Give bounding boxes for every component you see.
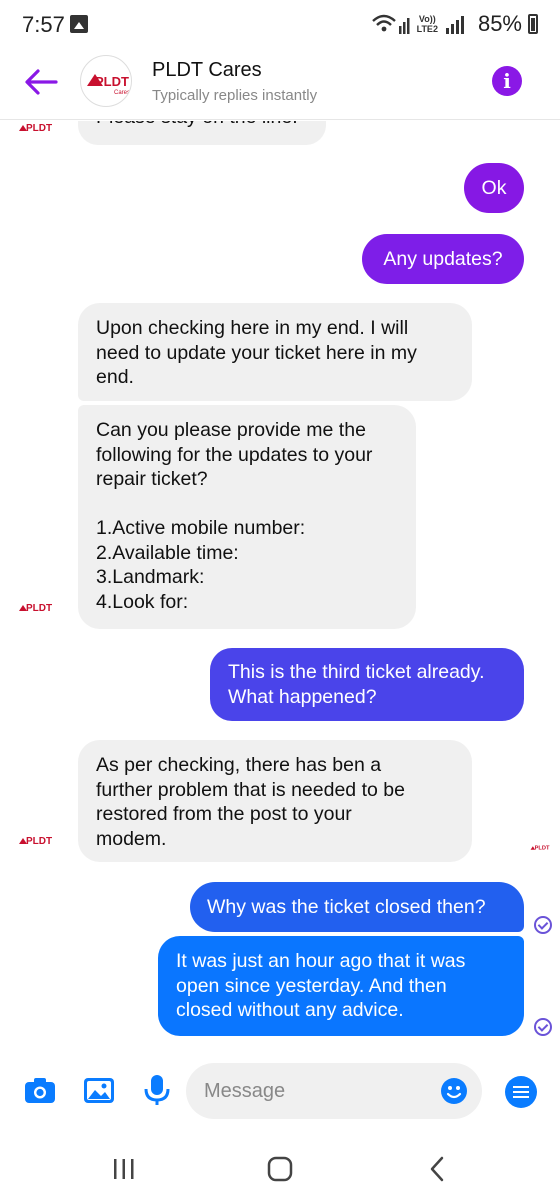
outgoing-message[interactable]: Ok — [464, 163, 524, 213]
incoming-message[interactable]: As per checking, there has ben a further… — [78, 740, 472, 862]
volte-indicator: Vo)) LTE2 — [416, 14, 438, 34]
message-line: What happened? — [228, 685, 377, 708]
message-line: open since yesterday. And then — [176, 974, 447, 997]
seen-avatar-icon: PLDT — [530, 846, 550, 852]
message-line: 3.Landmark: — [96, 566, 205, 588]
incoming-message[interactable]: Please stay on the line. — [78, 121, 326, 145]
svg-text:PLDT: PLDT — [26, 123, 52, 134]
outgoing-message[interactable]: It was just an hour ago that it was open… — [158, 936, 524, 1036]
pldt-avatar-icon: PLDT — [19, 123, 52, 134]
back-arrow-icon[interactable] — [20, 62, 64, 102]
incoming-message[interactable]: Can you please provide me the following … — [78, 405, 416, 629]
message-line: end. — [96, 366, 134, 388]
message-line: restored from the post to your — [96, 803, 352, 825]
svg-text:PLDT: PLDT — [26, 603, 52, 614]
delivered-check-icon — [534, 1018, 552, 1036]
message-line: Can you please provide me the — [96, 419, 366, 441]
back-icon[interactable] — [422, 1154, 454, 1184]
message-line: It was just an hour ago that it was — [176, 950, 466, 972]
message-line: 1.Active mobile number: — [96, 517, 306, 539]
info-button[interactable]: i — [492, 66, 522, 96]
avatar[interactable]: PLDT Cares — [80, 55, 132, 107]
gallery-icon[interactable] — [82, 1073, 116, 1107]
svg-text:Cares: Cares — [114, 90, 130, 96]
message-input[interactable] — [186, 1063, 482, 1119]
message-line: 2.Available time: — [96, 541, 239, 564]
message-line: Why was the ticket closed then? — [207, 896, 486, 918]
pldt-logo-icon: PLDT Cares — [87, 74, 130, 96]
messenger-screen: 7:57 Vo)) LTE2 85% PLDT Cares PLDT Cares… — [0, 0, 560, 1200]
message-line: repair ticket? — [96, 468, 208, 490]
outgoing-message[interactable]: Any updates? — [362, 234, 524, 284]
wifi-icon — [371, 14, 410, 34]
home-icon[interactable] — [264, 1154, 296, 1184]
gallery-notification-icon — [70, 15, 88, 33]
contact-name[interactable]: PLDT Cares — [152, 59, 262, 82]
message-line: Any updates? — [383, 248, 503, 270]
emoji-icon[interactable] — [440, 1077, 468, 1105]
camera-icon[interactable] — [23, 1073, 57, 1107]
svg-text:PLDT: PLDT — [535, 846, 550, 852]
message-line: Please stay on the line. — [96, 121, 308, 130]
svg-text:PLDT: PLDT — [26, 836, 52, 847]
signal-icon — [445, 16, 464, 34]
battery-icon — [528, 14, 538, 34]
message-line: This is the third ticket already. — [228, 661, 485, 683]
status-bar: 7:57 Vo)) LTE2 85% — [0, 0, 560, 50]
chat-header: PLDT Cares PLDT Cares Typically replies … — [0, 50, 560, 120]
microphone-icon[interactable] — [140, 1073, 174, 1107]
pldt-avatar-icon: PLDT — [19, 603, 52, 614]
message-line: 4.Look for: — [96, 590, 189, 613]
message-line: need to update your ticket here in my — [96, 341, 417, 364]
message-line: following for the updates to your — [96, 443, 373, 466]
outgoing-message[interactable]: Why was the ticket closed then? — [190, 882, 524, 932]
message-list[interactable]: Please stay on the line. PLDT Ok Any upd… — [0, 121, 560, 1045]
battery-percent: 85% — [477, 11, 522, 36]
message-line: modem. — [96, 827, 167, 850]
contact-status: Typically replies instantly — [152, 87, 318, 104]
recents-icon[interactable] — [108, 1154, 140, 1184]
system-nav-bar — [0, 1140, 560, 1200]
message-line — [96, 492, 398, 517]
message-line: Upon checking here in my end. I will — [96, 317, 409, 339]
message-line: closed without any advice. — [176, 999, 404, 1021]
composer — [0, 1045, 560, 1140]
delivered-check-icon — [534, 916, 552, 934]
message-line: As per checking, there has ben a — [96, 754, 382, 776]
status-time: 7:57 — [22, 12, 65, 37]
incoming-message[interactable]: Upon checking here in my end. I will nee… — [78, 303, 472, 401]
status-indicators: Vo)) LTE2 85% — [371, 10, 538, 38]
message-line: further problem that is needed to be — [96, 778, 405, 801]
message-line: Ok — [481, 177, 507, 199]
menu-icon[interactable] — [505, 1076, 537, 1108]
svg-text:PLDT: PLDT — [95, 74, 129, 89]
pldt-avatar-icon: PLDT — [19, 836, 52, 847]
outgoing-message[interactable]: This is the third ticket already. What h… — [210, 648, 524, 721]
